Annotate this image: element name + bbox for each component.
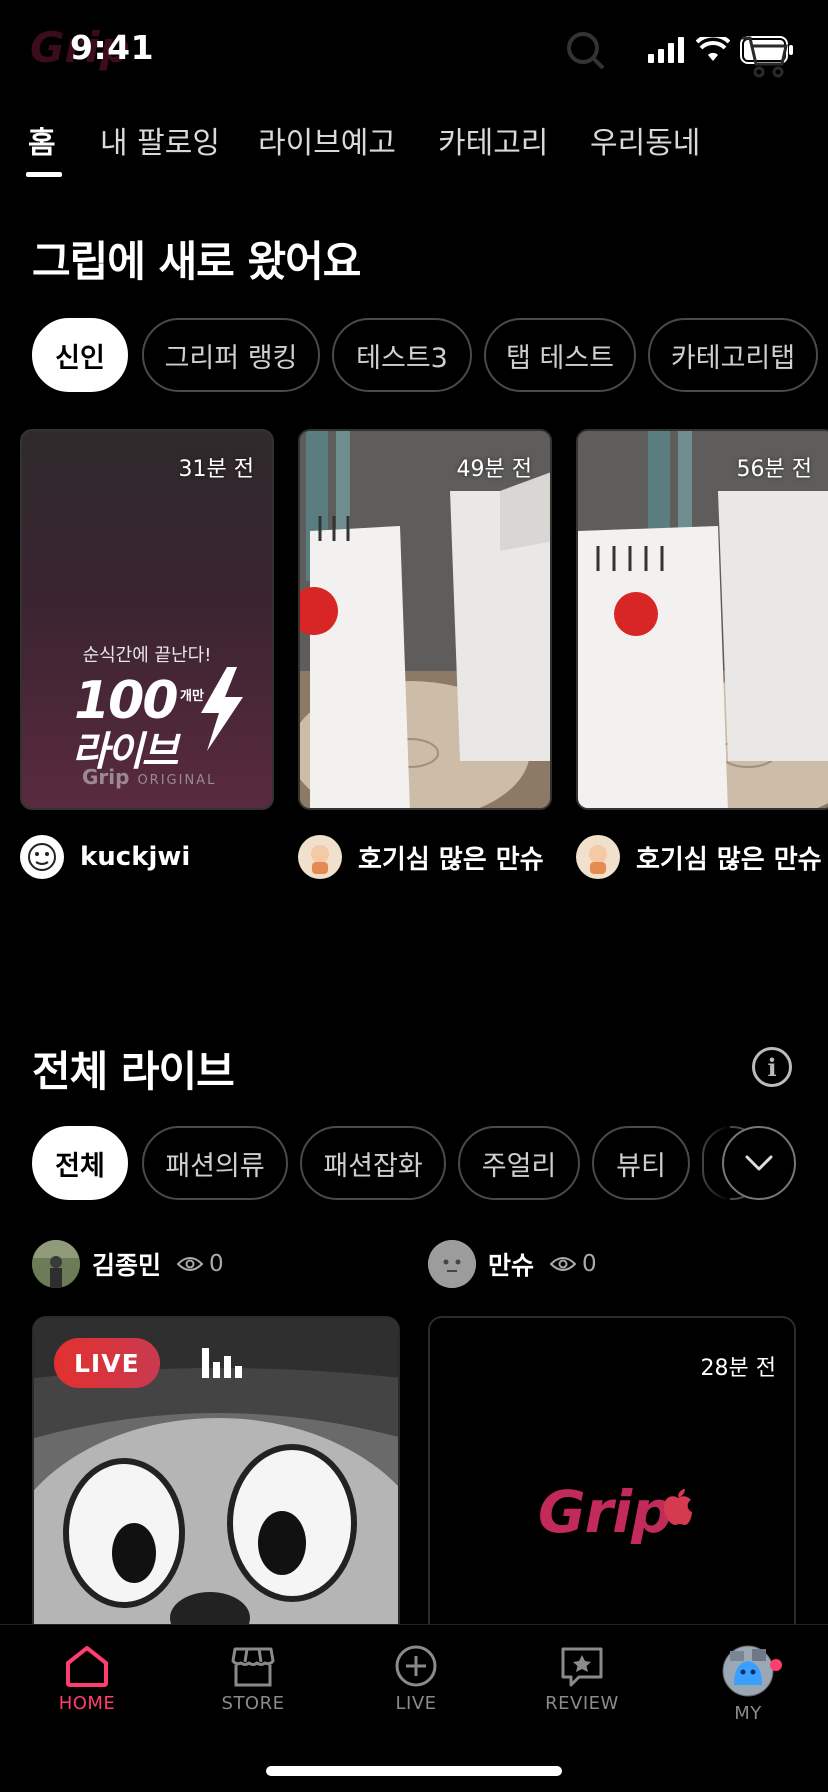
plus-circle-icon <box>395 1645 437 1687</box>
wifi-icon <box>696 37 730 61</box>
chip-category-tab[interactable]: 카테고리탭 <box>648 318 818 392</box>
avatar-icon <box>722 1645 774 1697</box>
card-photo <box>578 431 828 808</box>
owner-name: 호기심 많은 만슈 <box>636 844 822 875</box>
live-equalizer-icon <box>202 1348 242 1378</box>
owner-name: 호기심 많은 만슈 <box>358 844 544 875</box>
top-tab-bar: 홈 내 팔로잉 라이브예고 카테고리 우리동네 <box>0 112 828 182</box>
eye-icon <box>550 1257 577 1271</box>
avatar <box>576 835 620 879</box>
owner-name: kuckjwi <box>80 842 191 872</box>
chip-newcomer[interactable]: 신인 <box>32 318 128 392</box>
avatar <box>32 1240 80 1288</box>
view-count: 0 <box>177 1251 224 1277</box>
chip-jewelry[interactable]: 주얼리 <box>458 1126 580 1200</box>
chip-beauty[interactable]: 뷰티 <box>592 1126 690 1200</box>
lightning-icon <box>201 667 243 751</box>
chip-test3[interactable]: 테스트3 <box>332 318 472 392</box>
chip-all[interactable]: 전체 <box>32 1126 128 1200</box>
live-stream-card-2[interactable]: 28분 전 Grip <box>428 1316 796 1636</box>
card-owner-2[interactable]: 호기심 많은 만슈 <box>298 834 544 880</box>
nav-my[interactable]: MY <box>688 1645 808 1724</box>
status-bar: Grip 9:41 <box>0 0 828 100</box>
tab-following[interactable]: 내 팔로잉 <box>100 118 220 162</box>
seller-name: 김종민 <box>92 1251 162 1280</box>
chip-fashion-clothing[interactable]: 패션의류 <box>142 1126 288 1200</box>
grip-original-mark: Grip ORIGINAL <box>82 765 217 789</box>
card-time: 56분 전 <box>736 457 812 482</box>
chip-fashion-goods[interactable]: 패션잡화 <box>300 1126 446 1200</box>
live-stream-card-1[interactable]: LIVE <box>32 1316 400 1636</box>
cart-icon[interactable] <box>740 34 790 82</box>
home-icon <box>66 1646 108 1687</box>
nav-store[interactable]: STORE <box>193 1645 313 1714</box>
chip-tab-test[interactable]: 탭 테스트 <box>484 318 636 392</box>
card-photo <box>300 431 550 808</box>
review-icon <box>561 1647 603 1687</box>
apple-icon <box>664 1489 692 1525</box>
grip-logo: Grip <box>538 1478 673 1546</box>
card-owner-1[interactable]: kuckjwi <box>20 834 190 880</box>
nav-home[interactable]: HOME <box>27 1645 147 1714</box>
promo-tagline: 순식간에 끝난다! <box>82 645 212 666</box>
live-badge: LIVE <box>54 1338 160 1388</box>
avatar <box>428 1240 476 1288</box>
tab-home[interactable]: 홈 <box>28 118 56 162</box>
card-time: 31분 전 <box>178 457 254 482</box>
expand-categories-button[interactable] <box>722 1126 796 1200</box>
eye-icon <box>177 1257 204 1271</box>
card-owner-3[interactable]: 호기심 많은 만슈 <box>576 834 822 880</box>
nav-live[interactable]: LIVE <box>356 1645 476 1714</box>
avatar <box>298 835 342 879</box>
new-section-title: 그립에 새로 왔어요 <box>32 237 361 286</box>
search-icon[interactable] <box>565 30 607 76</box>
nav-review[interactable]: REVIEW <box>522 1645 642 1714</box>
stream-seller-1[interactable]: 김종민 0 <box>32 1240 224 1288</box>
seller-name: 만슈 <box>488 1251 535 1280</box>
tab-live-preview[interactable]: 라이브예고 <box>258 118 396 162</box>
new-card-3[interactable]: 56분 전 <box>576 429 828 810</box>
stream-seller-2[interactable]: 만슈 0 <box>428 1240 597 1288</box>
notification-dot <box>770 1659 782 1671</box>
chevron-down-icon <box>745 1155 773 1171</box>
view-count: 0 <box>550 1251 597 1277</box>
active-tab-indicator <box>26 172 62 177</box>
tab-category[interactable]: 카테고리 <box>438 118 548 162</box>
chip-gripper-ranking[interactable]: 그리퍼 랭킹 <box>142 318 320 392</box>
new-card-1[interactable]: 31분 전 순식간에 끝난다! 100 개만 라이브 Grip ORIGINAL <box>20 429 274 810</box>
live-section-title: 전체 라이브 <box>32 1047 235 1096</box>
info-icon[interactable]: i <box>752 1047 792 1087</box>
store-icon <box>231 1647 275 1687</box>
tab-neighborhood[interactable]: 우리동네 <box>590 118 700 162</box>
card-time: 49분 전 <box>456 457 532 482</box>
card-time: 28분 전 <box>700 1356 776 1381</box>
status-time: 9:41 <box>70 28 155 67</box>
new-card-2[interactable]: 49분 전 <box>298 429 552 810</box>
avatar <box>20 835 64 879</box>
home-indicator <box>266 1766 562 1776</box>
signal-icon <box>648 37 684 63</box>
